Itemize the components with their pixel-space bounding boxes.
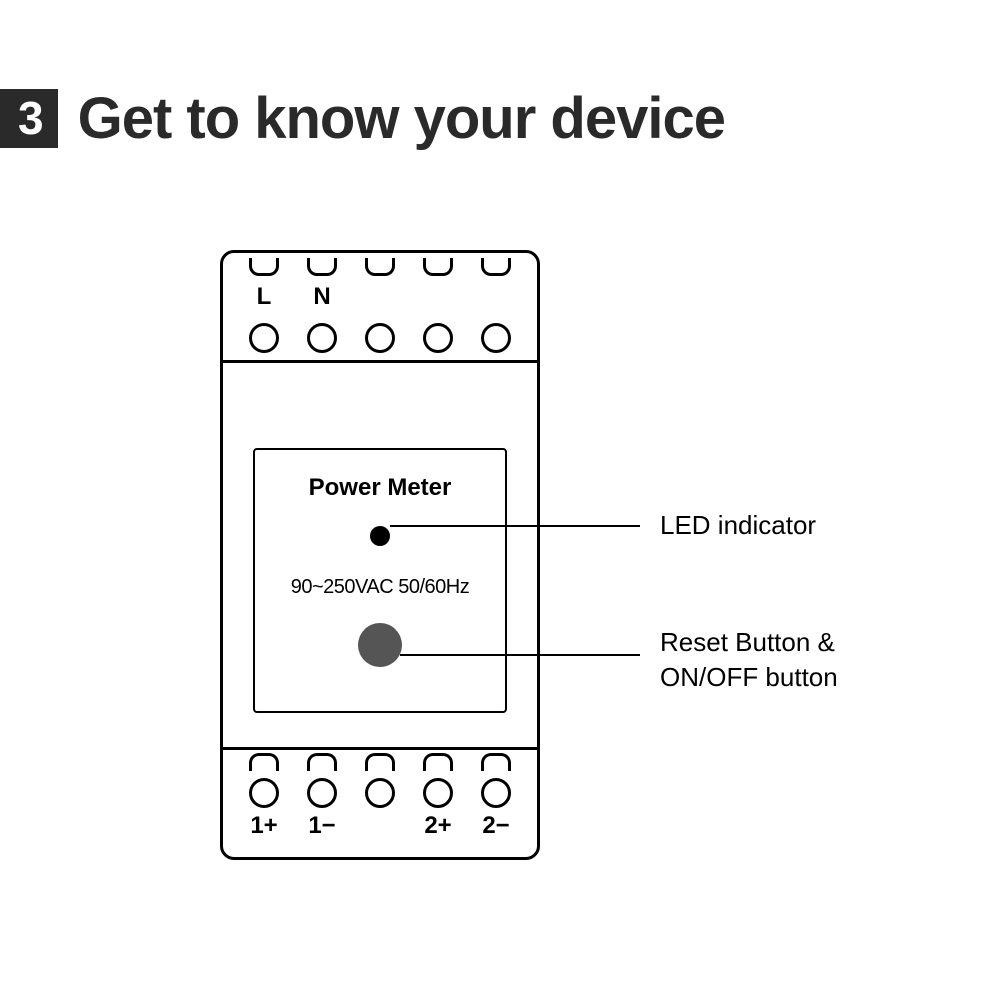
terminal-hole-icon — [307, 778, 337, 808]
wire-slot — [365, 258, 395, 276]
terminal-hole-icon — [481, 778, 511, 808]
section-number-badge: 3 — [0, 89, 58, 148]
terminal-hole-icon — [423, 778, 453, 808]
wire-slot — [249, 753, 279, 771]
reset-onoff-button-icon — [358, 623, 402, 667]
section-header: 3 Get to know your device — [0, 85, 725, 152]
top-terminal-block: L N — [223, 253, 537, 363]
wire-slot — [423, 753, 453, 771]
callout-leader-line — [400, 654, 640, 656]
terminal-label-n: N — [293, 283, 351, 311]
callout-reset-line2: ON/OFF button — [660, 662, 838, 692]
terminal-hole-icon — [307, 323, 337, 353]
wire-slot — [481, 753, 511, 771]
wire-slot — [307, 258, 337, 276]
wire-slot — [249, 258, 279, 276]
wire-slot — [307, 753, 337, 771]
bottom-terminal-block: 1+ 1− 2+ 2− — [223, 747, 537, 857]
terminal-label-2minus: 2− — [467, 812, 525, 840]
terminal-label-1plus: 1+ — [235, 812, 293, 840]
callout-leader-line — [390, 525, 640, 527]
device-name-label: Power Meter — [255, 474, 505, 502]
terminal-hole-icon — [249, 323, 279, 353]
callout-led-label: LED indicator — [660, 510, 816, 541]
terminal-hole-icon — [365, 323, 395, 353]
callout-reset-line1: Reset Button & — [660, 627, 835, 657]
terminal-hole-icon — [481, 323, 511, 353]
terminal-label-2plus: 2+ — [409, 812, 467, 840]
wire-slot — [481, 258, 511, 276]
terminal-hole-icon — [365, 778, 395, 808]
callout-reset-label: Reset Button & ON/OFF button — [660, 625, 838, 695]
device-label-panel: Power Meter 90~250VAC 50/60Hz — [253, 448, 507, 713]
terminal-hole-icon — [249, 778, 279, 808]
wire-slot — [365, 753, 395, 771]
led-indicator-icon — [370, 526, 390, 546]
wire-slot — [423, 258, 453, 276]
section-title: Get to know your device — [78, 85, 725, 152]
device-diagram: L N Power Meter 90~250VAC 50/60Hz — [0, 250, 1000, 950]
terminal-label-l: L — [235, 283, 293, 311]
terminal-hole-icon — [423, 323, 453, 353]
device-spec-label: 90~250VAC 50/60Hz — [255, 576, 505, 599]
device-outline: L N Power Meter 90~250VAC 50/60Hz — [220, 250, 540, 860]
terminal-label-1minus: 1− — [293, 812, 351, 840]
